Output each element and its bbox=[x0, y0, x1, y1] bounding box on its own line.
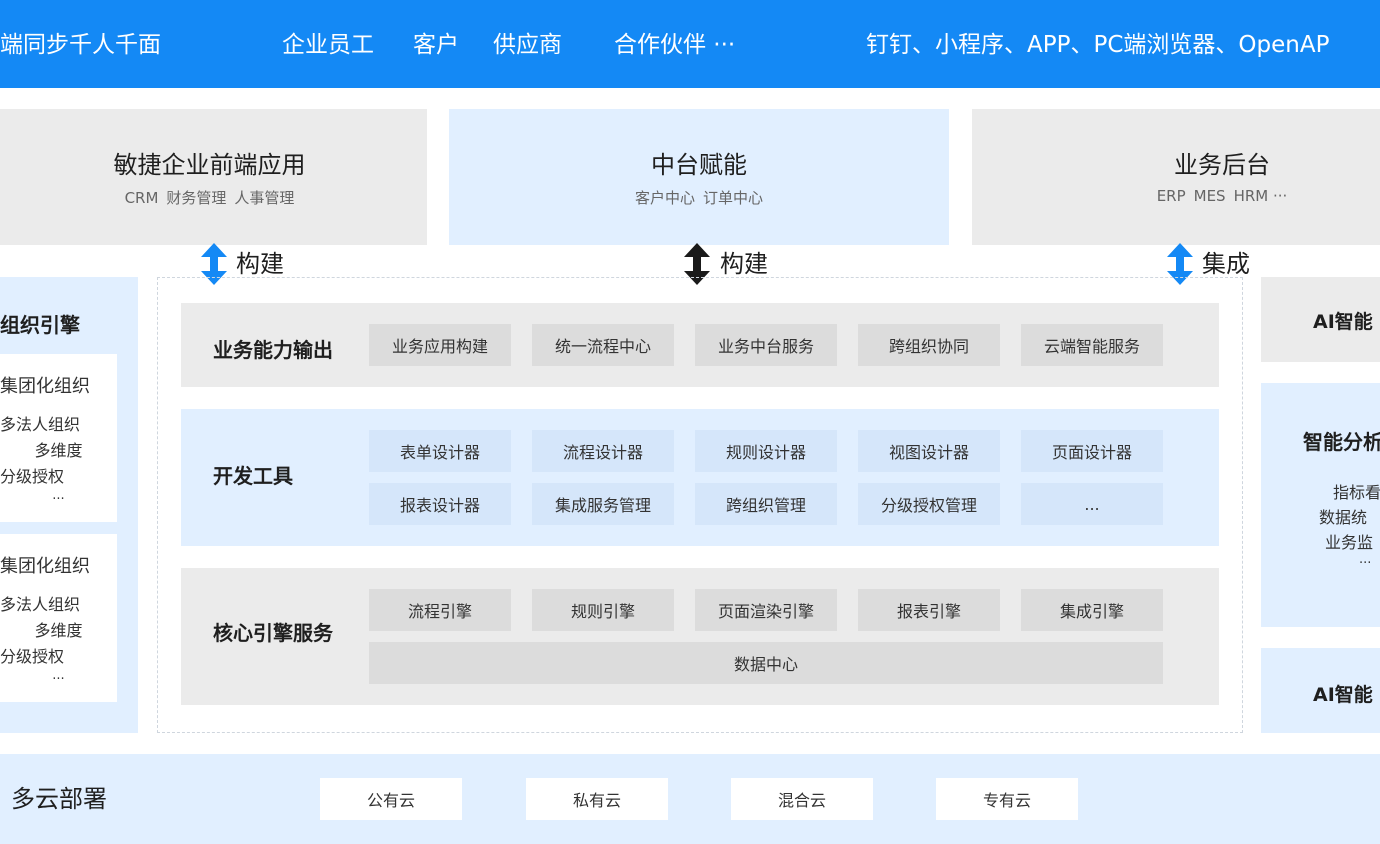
arrow-label-build-1: 构建 bbox=[236, 250, 284, 278]
analysis-item-3: 业务监 bbox=[1325, 533, 1374, 552]
cloud-hybrid: 混合云 bbox=[731, 778, 873, 820]
cloud-public: 公有云 bbox=[320, 778, 462, 820]
analysis-item-1: 指标看 bbox=[1333, 483, 1380, 502]
backend-items: ERP MES HRM ··· bbox=[1153, 187, 1292, 205]
chip-process-engine: 流程引擎 bbox=[369, 589, 511, 631]
frontend-apps-block: 敏捷企业前端应用 CRM 财务管理 人事管理 bbox=[0, 109, 427, 245]
chip-view-designer: 视图设计器 bbox=[858, 430, 1000, 472]
backend-block: 业务后台 ERP MES HRM ··· bbox=[972, 109, 1380, 245]
cloud-private: 私有云 bbox=[526, 778, 668, 820]
frontend-apps-items: CRM 财务管理 人事管理 bbox=[121, 187, 299, 208]
chip-cross-org-mgmt: 跨组织管理 bbox=[695, 483, 837, 525]
multi-cloud-title: 多云部署 bbox=[11, 785, 107, 813]
org-card-2-line-1: 集团化组织 bbox=[0, 556, 90, 577]
chip-unified-process: 统一流程中心 bbox=[532, 324, 674, 366]
chip-rule-engine: 规则引擎 bbox=[532, 589, 674, 631]
frontend-apps-title: 敏捷企业前端应用 bbox=[113, 151, 306, 179]
item-hrm: HRM ··· bbox=[1233, 187, 1288, 205]
item-order-center: 订单中心 bbox=[703, 189, 764, 207]
dev-tools-section: 开发工具 表单设计器 流程设计器 规则设计器 视图设计器 页面设计器 报表设计器… bbox=[181, 409, 1219, 546]
org-card-2-line-5: ... bbox=[52, 668, 65, 683]
item-erp: ERP bbox=[1156, 187, 1186, 205]
org-card-1-line-4: 分级授权 bbox=[0, 467, 65, 486]
role-supplier: 供应商 bbox=[493, 32, 562, 58]
org-card-2: 集团化组织 多法人组织 多维度 分级授权 ... bbox=[0, 534, 117, 702]
role-customer: 客户 bbox=[413, 32, 459, 58]
chip-render-engine: 页面渲染引擎 bbox=[695, 589, 837, 631]
chip-data-center: 数据中心 bbox=[369, 642, 1163, 684]
org-card-1-line-3: 多维度 bbox=[34, 441, 83, 460]
chip-page-designer: 页面设计器 bbox=[1021, 430, 1163, 472]
arrow-label-integrate: 集成 bbox=[1202, 250, 1250, 278]
business-output-title: 业务能力输出 bbox=[213, 338, 333, 362]
chip-auth-mgmt: 分级授权管理 bbox=[858, 483, 1000, 525]
item-crm: CRM bbox=[124, 189, 159, 207]
role-partner: 合作伙伴 ··· bbox=[614, 32, 736, 58]
multi-cloud-section bbox=[0, 754, 1380, 844]
dev-tools-title: 开发工具 bbox=[213, 464, 293, 488]
chip-integration-engine: 集成引擎 bbox=[1021, 589, 1163, 631]
cloud-dedicated: 专有云 bbox=[936, 778, 1078, 820]
top-banner: 端同步千人千面 企业员工 客户 供应商 合作伙伴 ··· 钉钉、小程序、APP、… bbox=[0, 0, 1380, 88]
ai-smart-box-bottom: AI智能 bbox=[1261, 648, 1380, 733]
arrow-label-build-2: 构建 bbox=[720, 250, 768, 278]
smart-analysis-title: 智能分析 bbox=[1303, 430, 1380, 454]
org-card-2-line-3: 多维度 bbox=[34, 621, 83, 640]
middle-platform-title: 中台赋能 bbox=[651, 151, 747, 179]
role-employee: 企业员工 bbox=[282, 32, 374, 58]
ai-smart-box-top: AI智能 bbox=[1261, 277, 1380, 362]
core-engine-title: 核心引擎服务 bbox=[213, 621, 333, 645]
backend-title: 业务后台 bbox=[1174, 151, 1270, 179]
org-card-2-line-2: 多法人组织 bbox=[0, 595, 81, 614]
org-card-1-line-5: ... bbox=[52, 488, 65, 503]
business-output-section: 业务能力输出 业务应用构建 统一流程中心 业务中台服务 跨组织协同 云端智能服务 bbox=[181, 303, 1219, 387]
item-customer-center: 客户中心 bbox=[634, 189, 695, 207]
core-engine-section: 核心引擎服务 流程引擎 规则引擎 页面渲染引擎 报表引擎 集成引擎 数据中心 bbox=[181, 568, 1219, 705]
chip-report-designer: 报表设计器 bbox=[369, 483, 511, 525]
chip-cloud-smart: 云端智能服务 bbox=[1021, 324, 1163, 366]
item-mes: MES bbox=[1193, 187, 1226, 205]
chip-integration-mgmt: 集成服务管理 bbox=[532, 483, 674, 525]
chip-cross-org: 跨组织协同 bbox=[858, 324, 1000, 366]
smart-analysis-box: 智能分析 指标看 数据统 业务监 ... bbox=[1261, 383, 1380, 627]
chip-report-engine: 报表引擎 bbox=[858, 589, 1000, 631]
analysis-item-2: 数据统 bbox=[1319, 508, 1368, 527]
ai-smart-title-top: AI智能 bbox=[1313, 311, 1373, 333]
middle-platform-items: 客户中心 订单中心 bbox=[631, 187, 767, 208]
chip-rule-designer: 规则设计器 bbox=[695, 430, 837, 472]
chip-app-build: 业务应用构建 bbox=[369, 324, 511, 366]
chip-form-designer: 表单设计器 bbox=[369, 430, 511, 472]
org-card-1-line-1: 集团化组织 bbox=[0, 376, 90, 397]
ai-smart-title-bottom: AI智能 bbox=[1313, 684, 1373, 706]
chip-business-middle: 业务中台服务 bbox=[695, 324, 837, 366]
chip-process-designer: 流程设计器 bbox=[532, 430, 674, 472]
chip-more: ... bbox=[1021, 483, 1163, 525]
banner-left-text: 端同步千人千面 bbox=[0, 32, 161, 58]
org-engine-title: 组织引擎 bbox=[0, 313, 80, 337]
org-card-1: 集团化组织 多法人组织 多维度 分级授权 ... bbox=[0, 354, 117, 522]
item-finance: 财务管理 bbox=[166, 189, 227, 207]
banner-channels: 钉钉、小程序、APP、PC端浏览器、OpenAP bbox=[866, 32, 1330, 58]
org-card-2-line-4: 分级授权 bbox=[0, 647, 65, 666]
item-hr: 人事管理 bbox=[234, 189, 295, 207]
org-card-1-line-2: 多法人组织 bbox=[0, 415, 81, 434]
middle-platform-block: 中台赋能 客户中心 订单中心 bbox=[449, 109, 949, 245]
analysis-item-4: ... bbox=[1359, 552, 1372, 567]
